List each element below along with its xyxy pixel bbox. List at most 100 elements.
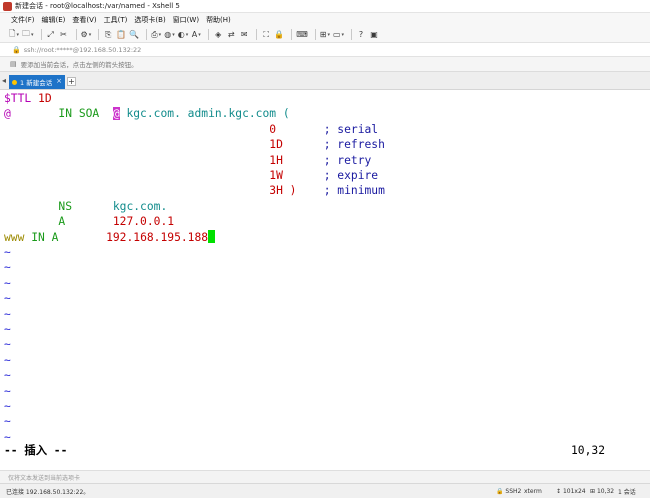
xshell-app-icon xyxy=(3,1,12,11)
fullscreen-icon[interactable]: ⛶ xyxy=(261,29,271,41)
paste-icon[interactable]: 📋 xyxy=(116,29,126,41)
session-count: 1 会话 xyxy=(618,488,636,496)
empty-line-tilde: ~ xyxy=(4,353,11,367)
terminal-line: 1W ; expire xyxy=(4,168,378,183)
copy-icon[interactable]: ⎘ xyxy=(103,29,113,41)
soa-minimum-comment: ; minimum xyxy=(323,184,385,198)
new-session-icon[interactable]: 🗋 ▾ xyxy=(9,29,19,41)
toolbar-separator xyxy=(75,29,77,40)
send-text-bar[interactable]: 仅将文本发送到当前选项卡 xyxy=(0,470,650,483)
soa-names: kgc.com. admin.kgc.com ( xyxy=(119,107,290,121)
message-icon[interactable]: ▣ xyxy=(369,29,379,41)
hint-text: 要添加当前会话，点击左侧的箭头按钮。 xyxy=(20,61,138,69)
empty-line-tilde: ~ xyxy=(4,261,11,275)
soa-expire-comment: ; expire xyxy=(323,169,379,182)
a-record-value: 127.0.0.1 xyxy=(112,215,175,229)
empty-line-tilde: ~ xyxy=(4,369,11,383)
toolbar-separator xyxy=(351,29,353,40)
toolbar-separator xyxy=(314,29,316,40)
toolbar-separator xyxy=(98,29,100,40)
tab-close-icon[interactable]: × xyxy=(56,77,62,85)
tab-label: 1 新建会话 xyxy=(20,79,53,87)
menu-tools[interactable]: 工具(T) xyxy=(104,15,128,25)
connection-status: 已连接 192.168.50.132:22。 xyxy=(6,488,90,496)
toolbar-separator xyxy=(208,29,210,40)
origin-symbol: @ xyxy=(4,107,11,121)
empty-line-tilde: ~ xyxy=(4,276,11,290)
empty-line-tilde: ~ xyxy=(4,415,11,429)
print-icon[interactable]: ⎙ ▾ xyxy=(151,29,161,41)
menu-view[interactable]: 查看(V) xyxy=(72,15,96,25)
empty-line-tilde: ~ xyxy=(4,246,11,259)
add-icon[interactable]: ⊞ ▾ xyxy=(320,29,330,41)
www-record-value: 192.168.195.188 xyxy=(106,230,209,244)
reconnect-icon[interactable]: ⤢ xyxy=(46,29,56,41)
bookmark-icon[interactable]: ▤ xyxy=(10,60,17,68)
www-class: IN xyxy=(31,230,45,244)
terminal-size: ↕ 101x24 xyxy=(556,487,586,495)
tab-bar: ◂ 1 新建会话 × + xyxy=(0,72,650,90)
help-icon[interactable]: ? xyxy=(356,29,366,41)
toolbar-separator xyxy=(146,29,148,40)
layout-icon[interactable]: ▭ ▾ xyxy=(333,29,344,41)
menu-help[interactable]: 帮助(H) xyxy=(206,15,231,25)
menu-edit[interactable]: 编辑(E) xyxy=(42,15,66,25)
menu-bar: 文件(F) 编辑(E) 查看(V) 工具(T) 选项卡(B) 窗口(W) 帮助(… xyxy=(0,13,650,27)
vim-cursor-position: 10,32 xyxy=(571,444,606,457)
cursor-position: ⊞ 10,32 xyxy=(590,487,615,495)
send-text-placeholder: 仅将文本发送到当前选项卡 xyxy=(8,474,81,482)
title-bar: 新建会话 - root@localhost:/var/named - Xshel… xyxy=(0,0,650,13)
open-folder-icon[interactable]: 🗀 ▾ xyxy=(22,29,34,41)
xftp-icon[interactable]: ◈ xyxy=(213,29,223,41)
ttl-value: 1D xyxy=(31,92,52,105)
lock-icon: 🔒 xyxy=(12,45,21,54)
soa-origin: @ xyxy=(112,107,120,121)
properties-icon[interactable]: ⚙ ▾ xyxy=(81,29,92,41)
ttl-keyword: $TTL xyxy=(4,92,32,105)
terminal[interactable]: $TTL 1D @ IN SOA @ kgc.com. admin.kgc.co… xyxy=(0,91,650,464)
ns-record-type: NS xyxy=(58,199,73,213)
color-scheme-icon[interactable]: ◐ ▾ xyxy=(178,29,189,41)
tab-list-arrow-icon[interactable]: ◂ xyxy=(2,76,6,85)
find-icon[interactable]: 🔍 xyxy=(129,29,139,41)
session-status-icon xyxy=(12,79,17,85)
soa-retry-value: 1H xyxy=(269,153,283,167)
script-icon[interactable]: ✉ xyxy=(239,29,249,41)
font-icon[interactable]: A ▾ xyxy=(191,29,201,41)
soa-minimum-value: 3H ) xyxy=(269,184,297,198)
address-bar[interactable]: 🔒 ssh://root:*****@192.168.50.132:22 xyxy=(0,43,650,57)
transfer-icon[interactable]: ⇄ xyxy=(226,29,236,41)
terminal-line: NS kgc.com. xyxy=(4,199,167,214)
new-tab-button[interactable]: + xyxy=(67,77,76,86)
tab-new-session[interactable]: 1 新建会话 × xyxy=(9,75,65,89)
terminal-line: $TTL 1D xyxy=(4,91,52,106)
terminal-line: 1D ; refresh xyxy=(4,137,385,152)
keyboard-icon[interactable]: ⌨ xyxy=(296,29,308,41)
menu-file[interactable]: 文件(F) xyxy=(11,15,35,25)
terminal-line: 0 ; serial xyxy=(4,122,378,137)
www-host: www xyxy=(4,230,25,244)
window-title: 新建会话 - root@localhost:/var/named - Xshel… xyxy=(15,2,180,10)
soa-expire-value: 1W xyxy=(269,169,283,182)
protocol-indicator: 🔒 SSH2 xyxy=(496,487,522,495)
lock-icon[interactable]: 🔒 xyxy=(274,29,284,41)
empty-line-tilde: ~ xyxy=(4,384,11,398)
soa-refresh-value: 1D xyxy=(269,138,283,152)
disconnect-icon[interactable]: ✂ xyxy=(59,29,69,41)
toolbar: 🗋 ▾ 🗀 ▾ ⤢ ✂ ⚙ ▾ ⎘ 📋 🔍 ⎙ ▾ ◍ ▾ ◐ ▾ A ▾ ◈ ⇄ ✉ ⛶ 🔒… xyxy=(0,27,650,43)
toolbar-separator xyxy=(256,29,258,40)
session-hint-bar: ▤ 要添加当前会话，点击左侧的箭头按钮。 xyxy=(0,57,650,72)
terminal-line: A 127.0.0.1 xyxy=(4,214,174,229)
empty-line-tilde: ~ xyxy=(4,323,11,336)
menu-window[interactable]: 窗口(W) xyxy=(173,15,199,25)
empty-line-tilde: ~ xyxy=(4,400,11,413)
empty-line-tilde: ~ xyxy=(4,292,11,306)
address-text[interactable]: ssh://root:*****@192.168.50.132:22 xyxy=(24,46,142,54)
globe-icon[interactable]: ◍ ▾ xyxy=(164,29,175,41)
empty-line-tilde: ~ xyxy=(4,307,11,321)
menu-tabs[interactable]: 选项卡(B) xyxy=(134,15,165,25)
ns-record-value: kgc.com. xyxy=(112,199,168,213)
terminal-line: 1H ; retry xyxy=(4,153,371,168)
terminal-line: @ IN SOA @ kgc.com. admin.kgc.com ( xyxy=(4,106,290,121)
soa-record-type: IN SOA xyxy=(58,107,100,121)
